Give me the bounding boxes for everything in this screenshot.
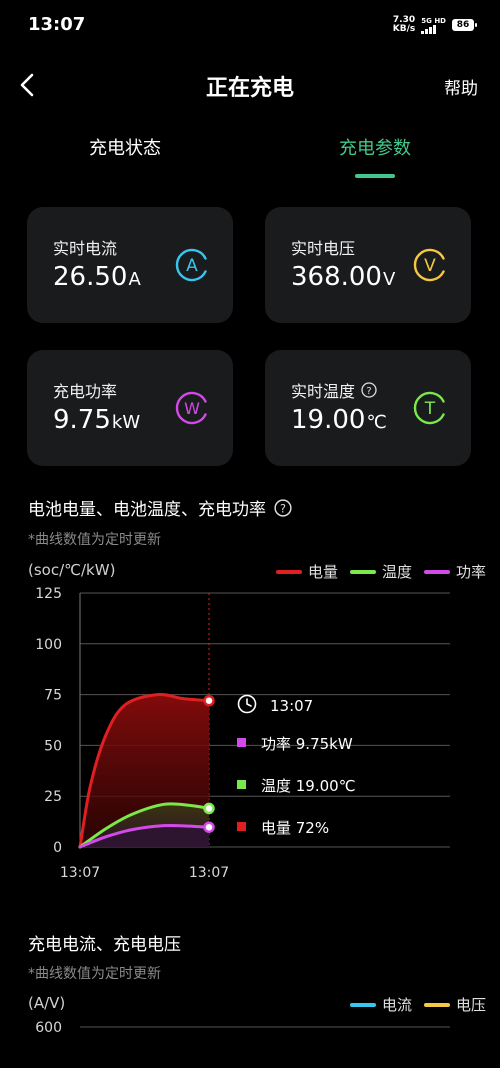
chart1-ytick: 75 xyxy=(44,688,62,704)
power-icon: W xyxy=(175,391,207,425)
card-value: 19.00℃ xyxy=(291,405,387,435)
chart1-legend: 电量 温度 功率 xyxy=(275,561,486,582)
card-title: 实时电压 xyxy=(291,239,356,258)
chart1-unit-label: (soc/℃/kW) xyxy=(28,561,116,579)
series-endpoint-1 xyxy=(203,802,215,815)
legend-item-current: 电流 xyxy=(349,994,412,1015)
signal-icon: 5G HD xyxy=(421,17,446,34)
chart1-plot[interactable]: 0 25 50 75 100 125 13:07 13:07 13:07 功率 9.75kW … xyxy=(0,580,500,890)
legend-item-power: 功率 xyxy=(423,561,486,582)
chart1-xtick: 13:07 xyxy=(60,865,100,881)
chart1-ytick: 125 xyxy=(35,586,62,602)
status-time: 13:07 xyxy=(28,14,86,35)
card-title: 充电功率 xyxy=(53,382,118,401)
tooltip-soc-swatch xyxy=(237,822,246,831)
svg-text:W: W xyxy=(184,399,200,418)
card-value: 26.50A xyxy=(53,262,141,292)
series-endpoint-2 xyxy=(203,821,215,833)
chart2-legend: 电流 电压 xyxy=(349,994,486,1015)
chart1-ytick: 100 xyxy=(35,637,62,653)
chart1-tooltip: 13:07 功率 9.75kW 温度 19.00℃ 电量 72% xyxy=(237,694,356,837)
tooltip-temperature-swatch xyxy=(237,780,246,789)
chart1-ytick: 25 xyxy=(44,789,62,805)
chart2-plot[interactable]: 600 xyxy=(0,1015,500,1068)
status-bar: 13:07 7.30 KB/s 5G HD 86 xyxy=(0,0,500,50)
legend-item-temperature: 温度 xyxy=(349,561,412,582)
chart1-ytick: 0 xyxy=(53,840,62,856)
status-indicators: 7.30 KB/s 5G HD 86 xyxy=(392,15,477,34)
tooltip-power: 功率 9.75kW xyxy=(261,735,353,753)
chart2-note: *曲线数值为定时更新 xyxy=(28,966,161,982)
svg-text:?: ? xyxy=(280,502,286,515)
chart1-title: 电池电量、电池温度、充电功率 ? xyxy=(28,495,292,520)
help-button[interactable]: 帮助 xyxy=(444,74,478,99)
tooltip-time: 13:07 xyxy=(270,697,313,715)
chart2-unit-label: (A/V) xyxy=(28,994,66,1012)
help-icon[interactable]: ? xyxy=(361,382,377,398)
power-card: 充电功率 9.75kW W xyxy=(27,350,233,466)
battery-icon: 86 xyxy=(452,19,477,31)
chart2-title: 充电电流、充电电压 xyxy=(28,935,181,955)
tab-charging-status[interactable]: 充电状态 xyxy=(25,134,225,160)
help-icon[interactable]: ? xyxy=(274,498,292,517)
tab-charging-params[interactable]: 充电参数 xyxy=(275,134,475,160)
card-value: 9.75kW xyxy=(53,405,141,435)
current-card: 实时电流 26.50A A xyxy=(27,207,233,323)
card-title: 实时电流 xyxy=(53,239,118,258)
tab-bar: 充电状态 充电参数 xyxy=(0,130,500,182)
tooltip-soc: 电量 72% xyxy=(261,819,329,837)
voltage-icon: V xyxy=(413,248,445,282)
chart1-note: *曲线数值为定时更新 xyxy=(28,532,161,548)
svg-text:V: V xyxy=(424,256,436,276)
chart1-ytick: 50 xyxy=(44,738,62,754)
legend-item-soc: 电量 xyxy=(275,561,338,582)
voltage-card: 实时电压 368.00V V xyxy=(265,207,471,323)
chart1-xtick: 13:07 xyxy=(189,865,229,881)
clock-icon xyxy=(237,694,257,714)
network-speed: 7.30 KB/s xyxy=(392,15,416,34)
tooltip-power-swatch xyxy=(237,738,246,747)
svg-text:?: ? xyxy=(366,386,371,397)
legend-item-voltage: 电压 xyxy=(423,994,486,1015)
tooltip-temperature: 温度 19.00℃ xyxy=(261,777,356,795)
card-title: 实时温度 ? xyxy=(291,378,377,402)
card-value: 368.00V xyxy=(291,262,396,292)
chart2-ytick: 600 xyxy=(35,1020,62,1036)
series-endpoint-0 xyxy=(203,694,215,707)
svg-text:T: T xyxy=(424,399,436,419)
current-icon: A xyxy=(175,248,207,282)
temperature-card: 实时温度 ? 19.00℃ T xyxy=(265,350,471,466)
page-title: 正在充电 xyxy=(205,76,294,101)
app-header: 正在充电 帮助 xyxy=(0,60,500,110)
svg-text:A: A xyxy=(186,256,198,276)
temperature-icon: T xyxy=(413,391,445,425)
active-tab-indicator xyxy=(355,174,395,178)
